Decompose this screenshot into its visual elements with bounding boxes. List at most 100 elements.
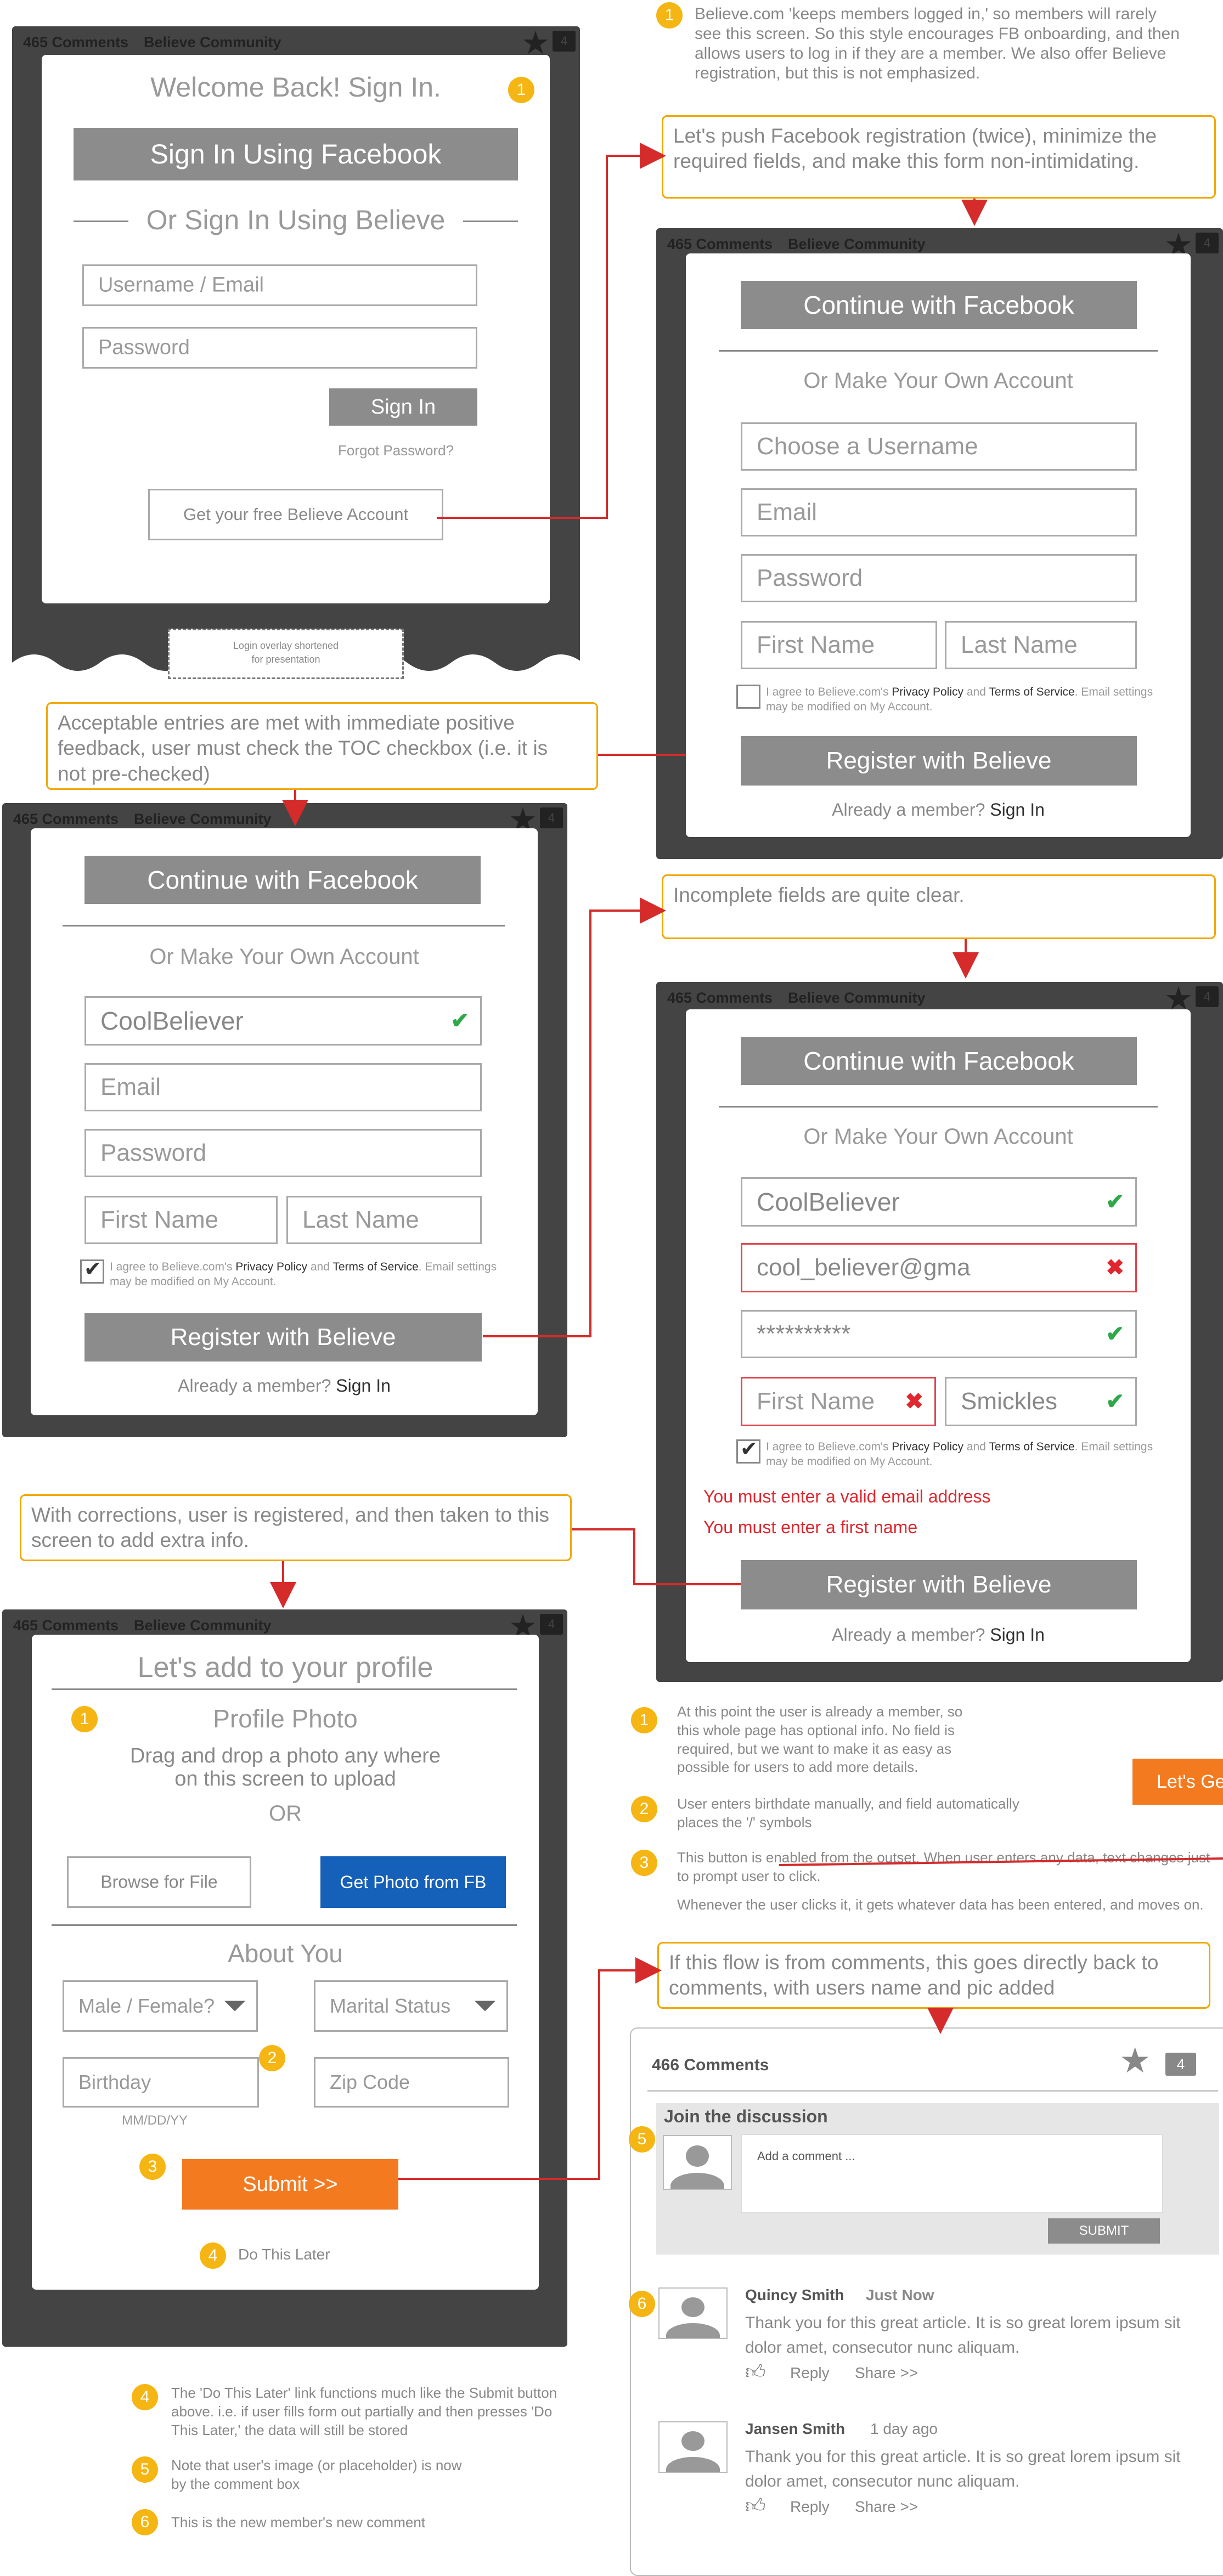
- browse-file-button[interactable]: Browse for File: [67, 1856, 251, 1908]
- comment-input[interactable]: Add a comment ...: [741, 2134, 1163, 2213]
- continue-facebook-button[interactable]: Continue with Facebook: [741, 281, 1137, 329]
- commenter-avatar: [658, 2287, 728, 2339]
- signin-button[interactable]: Sign In: [329, 388, 477, 426]
- divider: [63, 925, 505, 927]
- password-input[interactable]: Password: [84, 1129, 482, 1177]
- email-input[interactable]: Email: [741, 488, 1137, 536]
- community-label: Believe Community: [788, 990, 926, 1006]
- profile-number-4: 4: [200, 2242, 226, 2269]
- username-input[interactable]: CoolBeliever ✔: [741, 1177, 1137, 1227]
- register-button[interactable]: Register with Believe: [741, 736, 1137, 786]
- error-first-name-message: You must enter a first name: [703, 1517, 918, 1537]
- comment-line: dolor amet, consecutor nunc aliquam.: [745, 2338, 1020, 2357]
- register-card: Continue with Facebook Or Make Your Own …: [686, 253, 1191, 837]
- comment-author[interactable]: Quincy Smith: [745, 2286, 844, 2304]
- note-box-incomplete: Incomplete fields are quite clear.: [662, 874, 1216, 939]
- already-member-text: Already a member? Sign In: [178, 1376, 391, 1396]
- share-link[interactable]: Share >>: [855, 2498, 918, 2516]
- password-input[interactable]: Password: [82, 327, 477, 369]
- error-email-message: You must enter a valid email address: [703, 1487, 991, 1506]
- reply-link[interactable]: Reply: [790, 2498, 830, 2516]
- first-name-input[interactable]: First Name: [741, 621, 937, 669]
- make-account-text: Or Make Your Own Account: [803, 1125, 1073, 1149]
- last-name-input[interactable]: Last Name: [945, 621, 1137, 669]
- password-input[interactable]: Password: [741, 554, 1137, 602]
- terms-checkbox-checked[interactable]: ✔: [80, 1259, 104, 1284]
- note-line: Let's push Facebook registration (twice)…: [673, 125, 1157, 147]
- community-label: Believe Community: [134, 1617, 272, 1634]
- register-button[interactable]: Register with Believe: [741, 1560, 1137, 1609]
- comment-count: 465 Comments: [667, 236, 773, 252]
- lets-go-button-cutoff[interactable]: Let's Ge: [1132, 1759, 1223, 1805]
- note-box-positive-feedback: Acceptable entries are met with immediat…: [46, 702, 598, 790]
- username-input[interactable]: CoolBeliever ✔: [84, 996, 482, 1046]
- register-button[interactable]: Register with Believe: [84, 1313, 482, 1362]
- note-6-text: This is the new member's new comment: [171, 2514, 426, 2530]
- comment-author[interactable]: Jansen Smith: [745, 2420, 845, 2438]
- community-label: Believe Community: [144, 34, 281, 50]
- forgot-password-link[interactable]: Forgot Password?: [338, 442, 454, 459]
- thumbs-up-icon[interactable]: 👍︎: [745, 2496, 766, 2516]
- continue-facebook-button[interactable]: Continue with Facebook: [741, 1037, 1137, 1085]
- profile-number-1: 1: [71, 1706, 98, 1732]
- signin-title: Welcome Back! Sign In.: [150, 72, 441, 103]
- note-number-5: 5: [132, 2456, 158, 2483]
- first-name-input[interactable]: First Name: [84, 1196, 278, 1244]
- note-number-s2: 2: [631, 1796, 657, 1822]
- free-account-button[interactable]: Get your free Believe Account: [148, 489, 443, 540]
- marital-status-select[interactable]: Marital Status: [314, 1980, 508, 2032]
- gender-select[interactable]: Male / Female?: [63, 1980, 258, 2032]
- signin-facebook-button[interactable]: Sign In Using Facebook: [74, 128, 518, 180]
- signin-link[interactable]: Sign In: [990, 1625, 1045, 1645]
- birthday-input[interactable]: Birthday: [63, 2057, 259, 2108]
- note-1-line: registration, but this is not emphasized…: [695, 64, 980, 82]
- note-box-registered: With corrections, user is registered, an…: [20, 1494, 572, 1561]
- get-photo-fb-button[interactable]: Get Photo from FB: [320, 1856, 506, 1908]
- submit-button[interactable]: Submit >>: [182, 2159, 398, 2210]
- last-name-input[interactable]: Smickles ✔: [945, 1377, 1137, 1426]
- terms-text: I agree to Believe.com's Privacy Policy …: [766, 686, 1153, 714]
- or-text: OR: [269, 1801, 302, 1826]
- count-bubble: 4: [1196, 233, 1219, 253]
- note-number-4: 4: [132, 2384, 158, 2410]
- username-input[interactable]: Choose a Username: [741, 422, 1137, 471]
- comment-submit-button[interactable]: SUBMIT: [1048, 2218, 1160, 2244]
- signin-link[interactable]: Sign In: [990, 800, 1045, 820]
- note-line: this whole page has optional info. No fi…: [677, 1721, 955, 1738]
- commenter-avatar: [658, 2421, 728, 2473]
- note-line: At this point the user is already a memb…: [677, 1703, 963, 1720]
- note-1-line: Believe.com 'keeps members logged in,' s…: [695, 5, 1157, 23]
- note-line: required, but we want to make it as easy…: [677, 1740, 952, 1757]
- profile-photo-heading: Profile Photo: [213, 1704, 358, 1733]
- note-line: The 'Do This Later' link functions much …: [171, 2385, 557, 2401]
- email-input-error[interactable]: cool_believer@gma ✖: [741, 1243, 1137, 1292]
- password-input[interactable]: ********** ✔: [741, 1310, 1137, 1358]
- note-5-text: Note that user's image (or placeholder) …: [171, 2456, 462, 2494]
- comments-panel: 466 Comments ★ 4 Join the discussion Add…: [630, 2027, 1223, 2576]
- frame-header: 465 Comments Believe Community ★ 4: [12, 26, 580, 59]
- signin-link[interactable]: Sign In: [336, 1376, 391, 1396]
- note-line: by the comment box: [171, 2475, 300, 2492]
- note-number-6: 6: [132, 2509, 158, 2535]
- comment-text: Thank you for this great article. It is …: [745, 2311, 1181, 2360]
- share-link[interactable]: Share >>: [855, 2364, 918, 2382]
- continue-facebook-button[interactable]: Continue with Facebook: [84, 856, 481, 904]
- last-name-input[interactable]: Last Name: [286, 1196, 482, 1244]
- terms-checkbox-checked[interactable]: ✔: [736, 1439, 760, 1464]
- email-input[interactable]: Email: [84, 1063, 482, 1111]
- star-icon[interactable]: ★: [1119, 2043, 1151, 2078]
- count-bubble: 4: [1165, 2053, 1196, 2076]
- terms-checkbox[interactable]: [736, 685, 760, 709]
- thumbs-up-icon[interactable]: 👍︎: [745, 2362, 766, 2382]
- username-email-input[interactable]: Username / Email: [82, 264, 477, 306]
- already-member-text: Already a member? Sign In: [832, 800, 1045, 820]
- make-account-text: Or Make Your Own Account: [803, 369, 1073, 393]
- note-line: This Later,' the data will still be stor…: [171, 2421, 408, 2438]
- note-line: Acceptable entries are met with immediat…: [58, 711, 515, 734]
- community-label: Believe Community: [788, 236, 926, 252]
- first-name-input-error[interactable]: First Name ✖: [741, 1377, 936, 1426]
- note-number-1: 1: [656, 2, 683, 29]
- do-this-later-link[interactable]: Do This Later: [238, 2246, 330, 2263]
- reply-link[interactable]: Reply: [790, 2364, 830, 2382]
- zip-code-input[interactable]: Zip Code: [314, 2057, 509, 2108]
